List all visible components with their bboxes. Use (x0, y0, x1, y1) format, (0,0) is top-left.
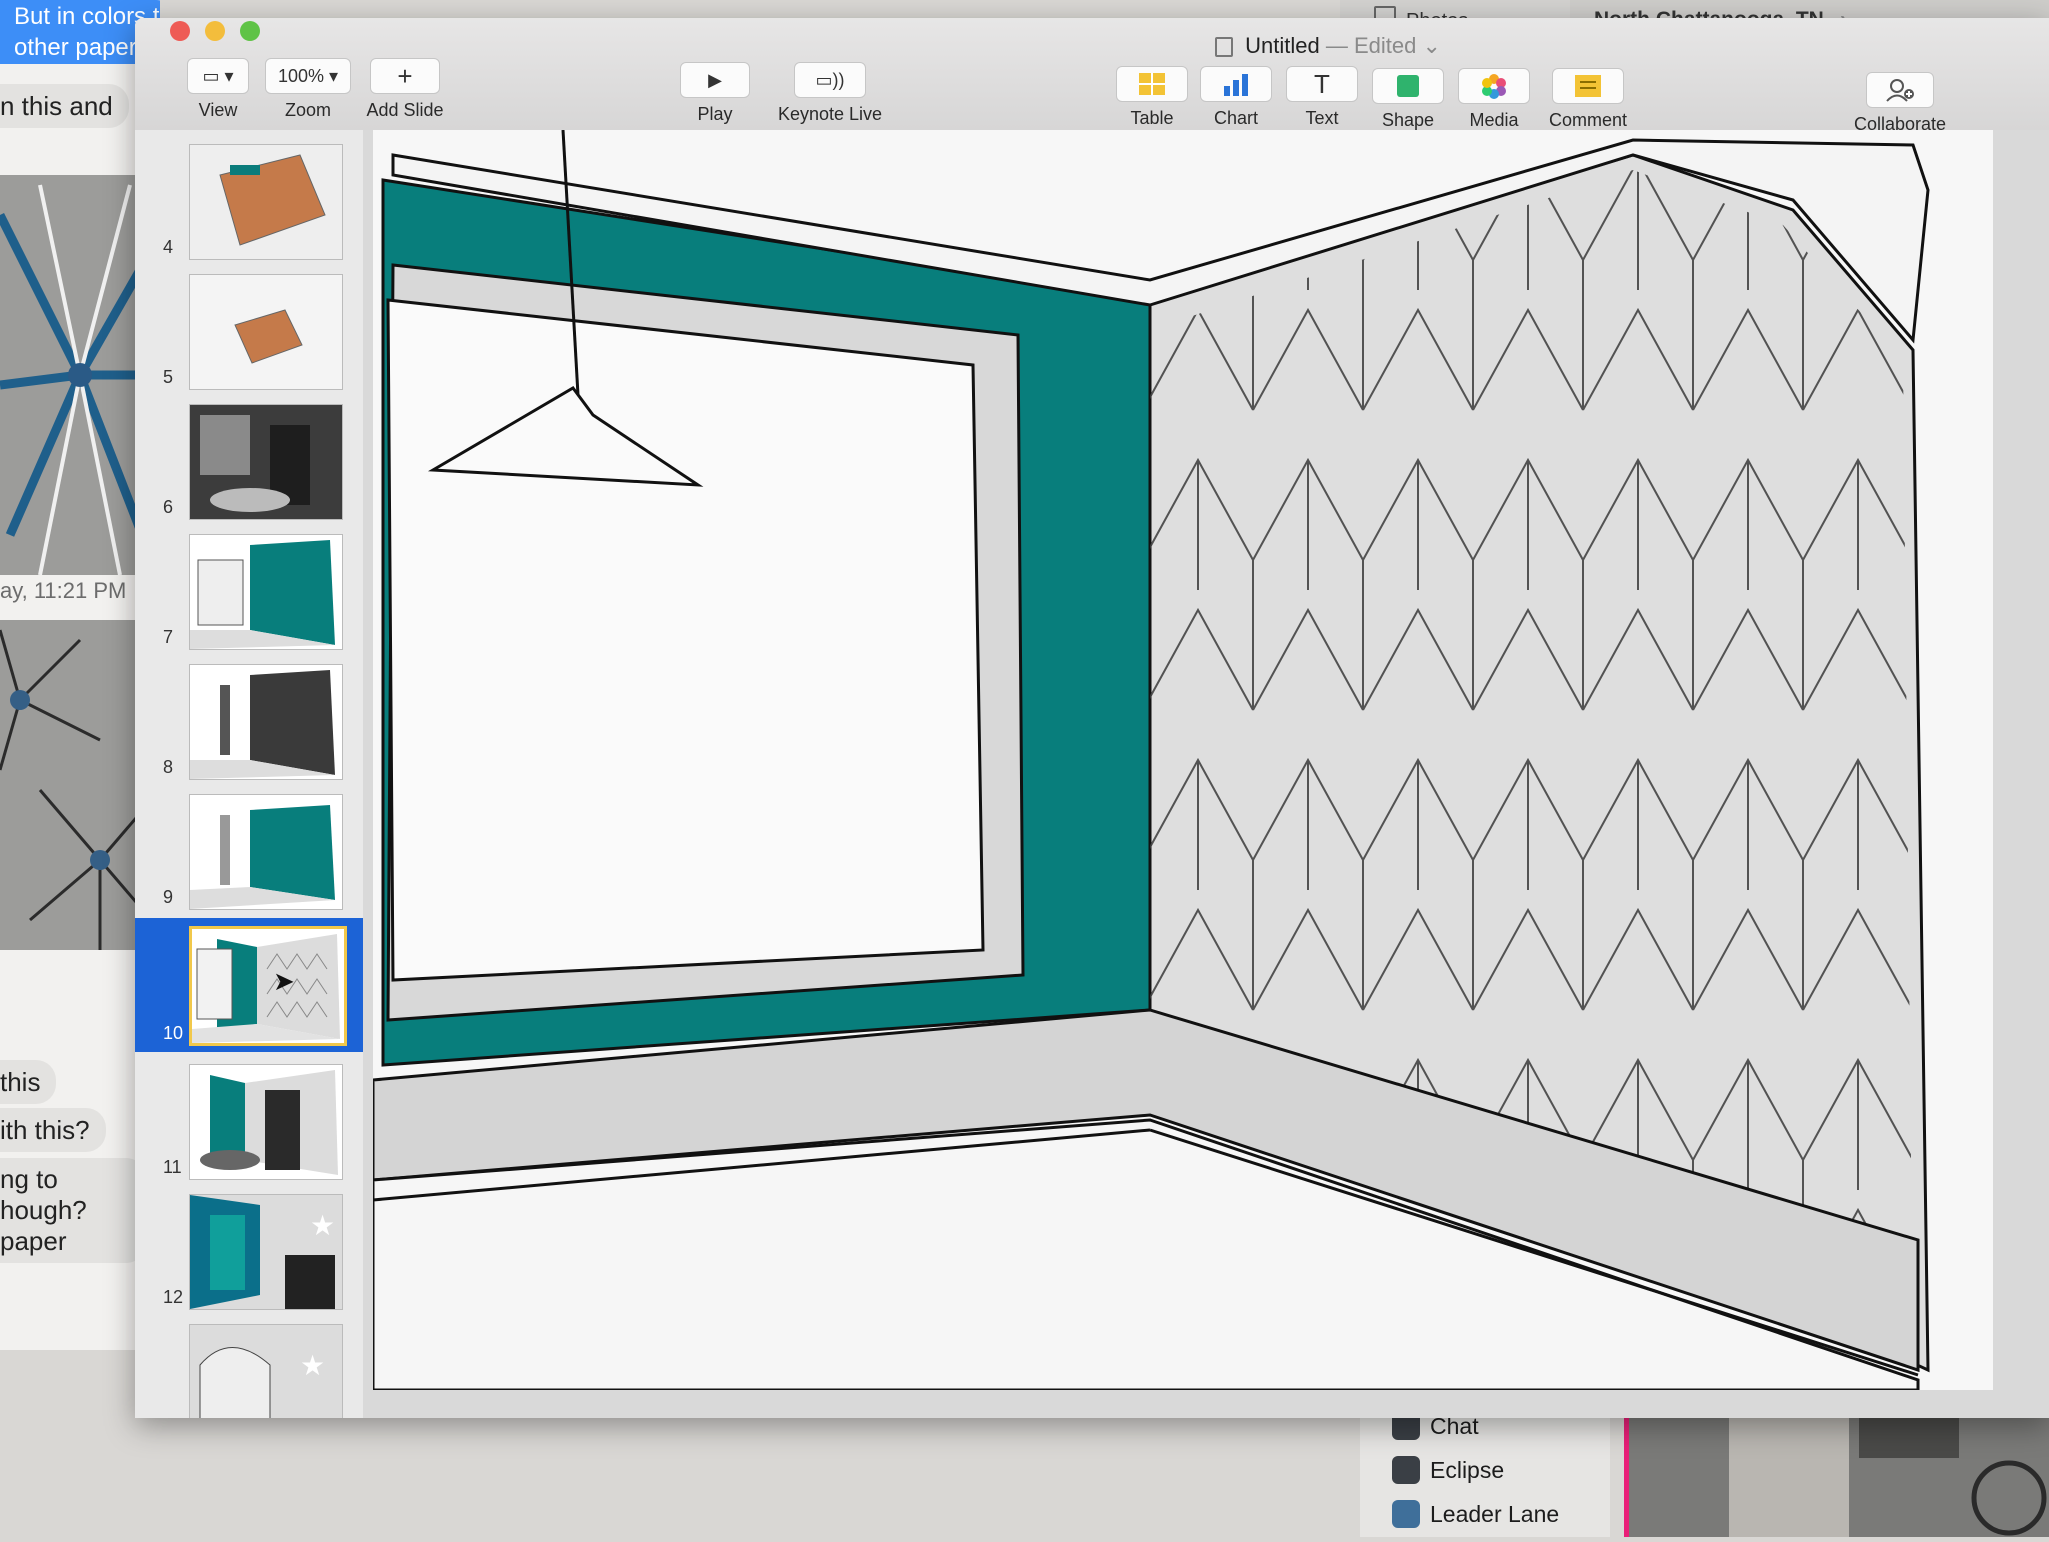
app-list-item[interactable]: Eclipse (1392, 1454, 1504, 1486)
slide-thumbnail[interactable] (189, 404, 343, 520)
keynote-live-label: Keynote Live (777, 104, 883, 124)
slide-thumbnail[interactable] (189, 664, 343, 780)
shape-label: Shape (1381, 110, 1435, 130)
text-label: Text (1305, 108, 1339, 128)
chart-icon (1200, 66, 1272, 102)
app-list-item-label: Eclipse (1430, 1456, 1505, 1483)
window-glass (386, 298, 985, 982)
mouse-cursor-icon: ➤ (273, 966, 295, 996)
slide-thumbnail[interactable] (189, 534, 343, 650)
slide-thumbnail[interactable] (189, 1064, 343, 1180)
slide-thumbnail-row[interactable]: 11 (135, 1056, 363, 1186)
slide-thumbnail[interactable]: ★ (189, 1194, 343, 1310)
slide-number: 5 (163, 367, 174, 387)
play-button[interactable]: ▶ Play (680, 62, 750, 125)
view-label: View (198, 100, 238, 120)
minimize-button[interactable] (205, 21, 225, 41)
play-label: Play (697, 104, 733, 124)
add-slide-button[interactable]: + Add Slide (361, 58, 449, 121)
slide-thumbnail-row[interactable]: 6 (135, 396, 363, 526)
document-icon (1215, 37, 1233, 58)
media-button[interactable]: Media (1457, 68, 1531, 131)
slide-thumbnail-row[interactable]: ★ 12 (135, 1186, 363, 1316)
message-line: hough? (0, 1195, 87, 1225)
message-timestamp: ay, 11:21 PM (0, 578, 127, 603)
eclipse-app-icon (1392, 1456, 1420, 1484)
slide-thumbnail-row[interactable]: 9 (135, 786, 363, 916)
view-button[interactable]: ▭ ▾ View (183, 58, 253, 121)
plus-icon: + (370, 58, 440, 94)
keynote-window: Untitled — Edited ⌄ ▭ ▾ View 100% ▾ Zoom… (135, 18, 2049, 1418)
slide-number: 8 (163, 757, 174, 777)
slide-navigator[interactable]: 4 5 6 7 8 9 10 ➤ 11 ★ 12 ★ (135, 130, 364, 1418)
close-button[interactable] (170, 21, 190, 41)
slide-number: 4 (163, 237, 174, 257)
keynote-live-button[interactable]: ▭)) Keynote Live (770, 62, 890, 125)
shape-icon (1372, 68, 1444, 104)
text-icon: T (1286, 66, 1358, 102)
zoom-button[interactable]: 100% ▾ Zoom (265, 58, 351, 121)
add-slide-label: Add Slide (366, 100, 444, 120)
message-bubble-incoming[interactable]: n this and (0, 84, 129, 128)
svg-text:★: ★ (310, 1209, 335, 1242)
slide-number: 7 (163, 627, 174, 647)
svg-text:★: ★ (300, 1349, 325, 1382)
slide-thumbnail[interactable]: ★ (189, 1324, 343, 1418)
slide-thumbnail-row[interactable]: ★ (135, 1316, 363, 1418)
text-button[interactable]: T Text (1285, 66, 1359, 129)
play-icon: ▶ (680, 62, 750, 98)
slide-number: 12 (163, 1287, 184, 1307)
comment-button[interactable]: Comment (1543, 68, 1633, 131)
slide-number: 9 (163, 887, 174, 907)
slide-thumbnail-row[interactable]: 4 (135, 136, 363, 266)
slide-thumbnail[interactable] (189, 794, 343, 910)
app-list-item-label: Leader Lane (1430, 1500, 1560, 1527)
zoom-value: 100% ▾ (265, 58, 351, 94)
table-icon (1116, 66, 1188, 102)
comment-icon (1552, 68, 1624, 104)
slide-thumbnail[interactable] (189, 144, 343, 260)
slide-thumbnail-row-selected[interactable]: 10 ➤ (135, 918, 363, 1052)
toolbar: Untitled — Edited ⌄ ▭ ▾ View 100% ▾ Zoom… (135, 18, 2049, 134)
slide-thumbnail-row[interactable]: 5 (135, 266, 363, 396)
app-list-item[interactable]: Leader Lane (1392, 1498, 1559, 1530)
view-icon: ▭ ▾ (187, 58, 249, 94)
comment-label: Comment (1548, 110, 1628, 130)
message-bubble-incoming[interactable]: this (0, 1060, 57, 1104)
chevron-down-icon: ⌄ (1422, 33, 1441, 58)
leader-lane-app-icon (1392, 1500, 1420, 1528)
shape-button[interactable]: Shape (1371, 68, 1445, 131)
slide-thumbnail-row[interactable]: 7 (135, 526, 363, 656)
zoom-window-button[interactable] (240, 21, 260, 41)
slide-room-rendering[interactable] (371, 129, 1993, 1392)
message-line: paper (0, 1226, 67, 1256)
chart-label: Chart (1213, 108, 1258, 128)
document-title: Untitled (1245, 33, 1320, 58)
keynote-live-icon: ▭)) (794, 62, 866, 98)
collaborate-icon (1866, 72, 1934, 108)
table-label: Table (1130, 108, 1174, 128)
chart-button[interactable]: Chart (1199, 66, 1273, 129)
slide-thumbnail[interactable] (189, 926, 347, 1046)
slide-number: 6 (163, 497, 174, 517)
collaborate-button[interactable]: Collaborate (1845, 72, 1955, 135)
zoom-label: Zoom (284, 100, 331, 120)
message-bubble-incoming[interactable]: ith this? (0, 1108, 106, 1152)
media-icon (1458, 68, 1530, 104)
slide-number: 11 (163, 1157, 182, 1177)
table-button[interactable]: Table (1115, 66, 1189, 129)
slide-canvas[interactable] (363, 129, 2049, 1418)
slide-thumbnail-row[interactable]: 8 (135, 656, 363, 786)
document-status: Edited (1353, 33, 1417, 58)
slide-number: 10 (163, 1023, 184, 1043)
media-label: Media (1469, 110, 1519, 130)
message-bubble-incoming[interactable]: ng to hough? paper (0, 1158, 146, 1263)
window-title[interactable]: Untitled — Edited ⌄ (1215, 33, 1441, 59)
message-line: ng to (0, 1164, 58, 1194)
slide-thumbnail[interactable] (189, 274, 343, 390)
